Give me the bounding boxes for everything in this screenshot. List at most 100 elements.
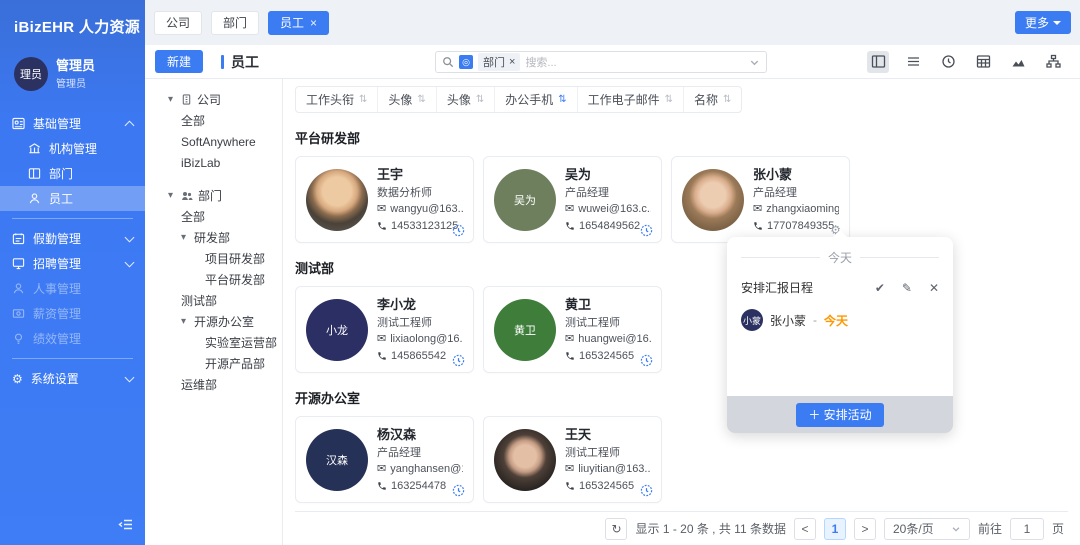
employee-name: 王天 bbox=[565, 425, 651, 445]
employee-card[interactable]: 黄卫 黄卫 测试工程师 ✉huangwei@16... 165324565 bbox=[483, 286, 662, 373]
phone-icon bbox=[565, 481, 575, 491]
list-view-icon[interactable] bbox=[902, 51, 924, 73]
clock-view-icon[interactable] bbox=[937, 51, 959, 73]
schedule-icon[interactable] bbox=[640, 354, 653, 367]
sort-icon: ⇅ bbox=[665, 94, 673, 105]
tree-node[interactable]: 全部 bbox=[159, 206, 282, 227]
schedule-icon[interactable] bbox=[452, 484, 465, 497]
caret-icon[interactable]: ▾ bbox=[181, 232, 189, 243]
employee-name: 黄卫 bbox=[565, 295, 651, 315]
complete-icon[interactable]: ✔ bbox=[875, 281, 885, 295]
new-button[interactable]: 新建 bbox=[155, 50, 203, 73]
employee-card[interactable]: 吴为 吴为 产品经理 ✉wuwei@163.c... 1654849562 bbox=[483, 156, 662, 243]
menu-item-performance: 绩效管理 bbox=[0, 326, 145, 351]
entry-separator: - bbox=[813, 313, 817, 327]
avatar-photo bbox=[682, 169, 744, 231]
tree-node-rd[interactable]: ▾ 研发部 bbox=[159, 227, 282, 248]
user-role: 管理员 bbox=[56, 75, 95, 90]
chart-view-icon[interactable] bbox=[1007, 51, 1029, 73]
monitor-icon bbox=[12, 257, 25, 270]
person-icon bbox=[12, 282, 25, 295]
employee-email: wuwei@163.c... bbox=[578, 201, 651, 218]
search-input[interactable]: ◎ 部门 × 搜索... bbox=[435, 51, 767, 73]
chevron-down-icon bbox=[951, 524, 961, 534]
menu-item-attendance[interactable]: 假勤管理 bbox=[0, 226, 145, 251]
sort-option[interactable]: 头像⇅ bbox=[377, 87, 435, 112]
avatar-photo bbox=[306, 169, 368, 231]
menu-item-base-mgmt[interactable]: 基础管理 bbox=[0, 111, 145, 136]
menu-item-recruiting[interactable]: 招聘管理 bbox=[0, 251, 145, 276]
tree-node[interactable]: 全部 bbox=[159, 110, 282, 131]
tree-node[interactable]: SoftAnywhere bbox=[159, 131, 282, 152]
org-tree-view-icon[interactable] bbox=[1042, 51, 1064, 73]
menu-item-org-mgmt[interactable]: 机构管理 bbox=[0, 136, 145, 161]
menu-divider bbox=[12, 358, 133, 359]
tree-node[interactable]: 实验室运营部 bbox=[159, 332, 282, 353]
id-card-icon bbox=[12, 117, 25, 130]
page-unit-label: 页 bbox=[1052, 520, 1064, 537]
menu-item-settings[interactable]: ⚙ 系统设置 bbox=[0, 366, 145, 391]
schedule-icon[interactable] bbox=[640, 224, 653, 237]
table-view-icon[interactable] bbox=[972, 51, 994, 73]
caret-icon[interactable]: ▾ bbox=[168, 190, 176, 201]
page-size-select[interactable]: 20条/页 bbox=[884, 518, 970, 540]
employee-card[interactable]: 张小蒙 产品经理 ✉zhangxiaoming... 17707849355 ⚙ bbox=[671, 156, 850, 243]
sort-icon: ⇅ bbox=[723, 94, 731, 105]
tree-node-department[interactable]: ▾ 部门 bbox=[159, 185, 282, 206]
caret-icon[interactable]: ▾ bbox=[168, 94, 176, 105]
menu-item-department[interactable]: 部门 bbox=[0, 161, 145, 186]
employee-card[interactable]: 王宇 数据分析师 ✉wangyu@163.... 14533123125 bbox=[295, 156, 474, 243]
tab-employee[interactable]: 员工 × bbox=[268, 11, 329, 35]
phone-icon bbox=[565, 351, 575, 361]
edit-icon[interactable]: ✎ bbox=[902, 281, 912, 295]
tree-node-company[interactable]: ▾ 公司 bbox=[159, 89, 282, 110]
phone-icon bbox=[377, 221, 387, 231]
close-tab-icon[interactable]: × bbox=[310, 16, 317, 30]
menu-item-employee[interactable]: 员工 bbox=[0, 186, 145, 211]
next-page-button[interactable]: > bbox=[854, 518, 876, 540]
search-filter-tag[interactable]: 部门 × bbox=[478, 53, 520, 71]
schedule-icon[interactable] bbox=[452, 224, 465, 237]
popup-entry-row[interactable]: 小蒙 张小蒙 - 今天 bbox=[727, 302, 953, 338]
remove-filter-icon[interactable]: × bbox=[509, 56, 515, 68]
schedule-icon[interactable] bbox=[452, 354, 465, 367]
employee-email: lixiaolong@16... bbox=[390, 331, 463, 348]
collapse-sidebar-icon[interactable] bbox=[118, 517, 133, 535]
schedule-activity-button[interactable]: ＋ 安排活动 bbox=[796, 403, 883, 427]
tree-node[interactable]: 项目研发部 bbox=[159, 248, 282, 269]
sort-option[interactable]: 工作电子邮件⇅ bbox=[577, 87, 683, 112]
calendar-icon bbox=[12, 232, 25, 245]
goto-page-input[interactable]: 1 bbox=[1010, 518, 1044, 540]
tree-node[interactable]: 运维部 bbox=[159, 374, 282, 395]
panel-view-icon[interactable] bbox=[867, 51, 889, 73]
entry-time: 今天 bbox=[824, 312, 848, 329]
caret-icon[interactable]: ▾ bbox=[181, 316, 189, 327]
sort-icon: ⇅ bbox=[558, 94, 566, 105]
employee-card[interactable]: 小龙 李小龙 测试工程师 ✉lixiaolong@16... 145865542 bbox=[295, 286, 474, 373]
sort-option[interactable]: 头像⇅ bbox=[436, 87, 494, 112]
tree-node[interactable]: iBizLab bbox=[159, 152, 282, 173]
employee-card[interactable]: 汉森 杨汉森 产品经理 ✉yanghansen@1... 163254478 bbox=[295, 416, 474, 503]
tree-node-oss[interactable]: ▾ 开源办公室 bbox=[159, 311, 282, 332]
prev-page-button[interactable]: < bbox=[794, 518, 816, 540]
more-button[interactable]: 更多 bbox=[1015, 11, 1071, 34]
employee-name: 张小蒙 bbox=[753, 165, 839, 185]
chevron-down-icon[interactable] bbox=[749, 57, 760, 68]
current-page[interactable]: 1 bbox=[824, 518, 846, 540]
entry-name: 张小蒙 bbox=[770, 312, 806, 329]
tree-node[interactable]: 测试部 bbox=[159, 290, 282, 311]
tab-company[interactable]: 公司 bbox=[154, 11, 202, 35]
employee-name: 李小龙 bbox=[377, 295, 463, 315]
tab-department[interactable]: 部门 bbox=[211, 11, 259, 35]
tree-node[interactable]: 平台研发部 bbox=[159, 269, 282, 290]
sort-option-active[interactable]: 办公手机⇅ bbox=[494, 87, 576, 112]
refresh-icon[interactable]: ↻ bbox=[605, 518, 627, 540]
sort-option[interactable]: 工作头衔⇅ bbox=[296, 87, 377, 112]
employee-card[interactable]: 王天 测试工程师 ✉liuyitian@163.... 165324565 bbox=[483, 416, 662, 503]
sort-option[interactable]: 名称⇅ bbox=[683, 87, 741, 112]
employee-phone: 165324565 bbox=[579, 478, 634, 495]
delete-icon[interactable]: ✕ bbox=[929, 281, 939, 295]
user-profile[interactable]: 理员 管理员 管理员 bbox=[0, 43, 145, 105]
schedule-icon[interactable] bbox=[640, 484, 653, 497]
tree-node[interactable]: 开源产品部 bbox=[159, 353, 282, 374]
